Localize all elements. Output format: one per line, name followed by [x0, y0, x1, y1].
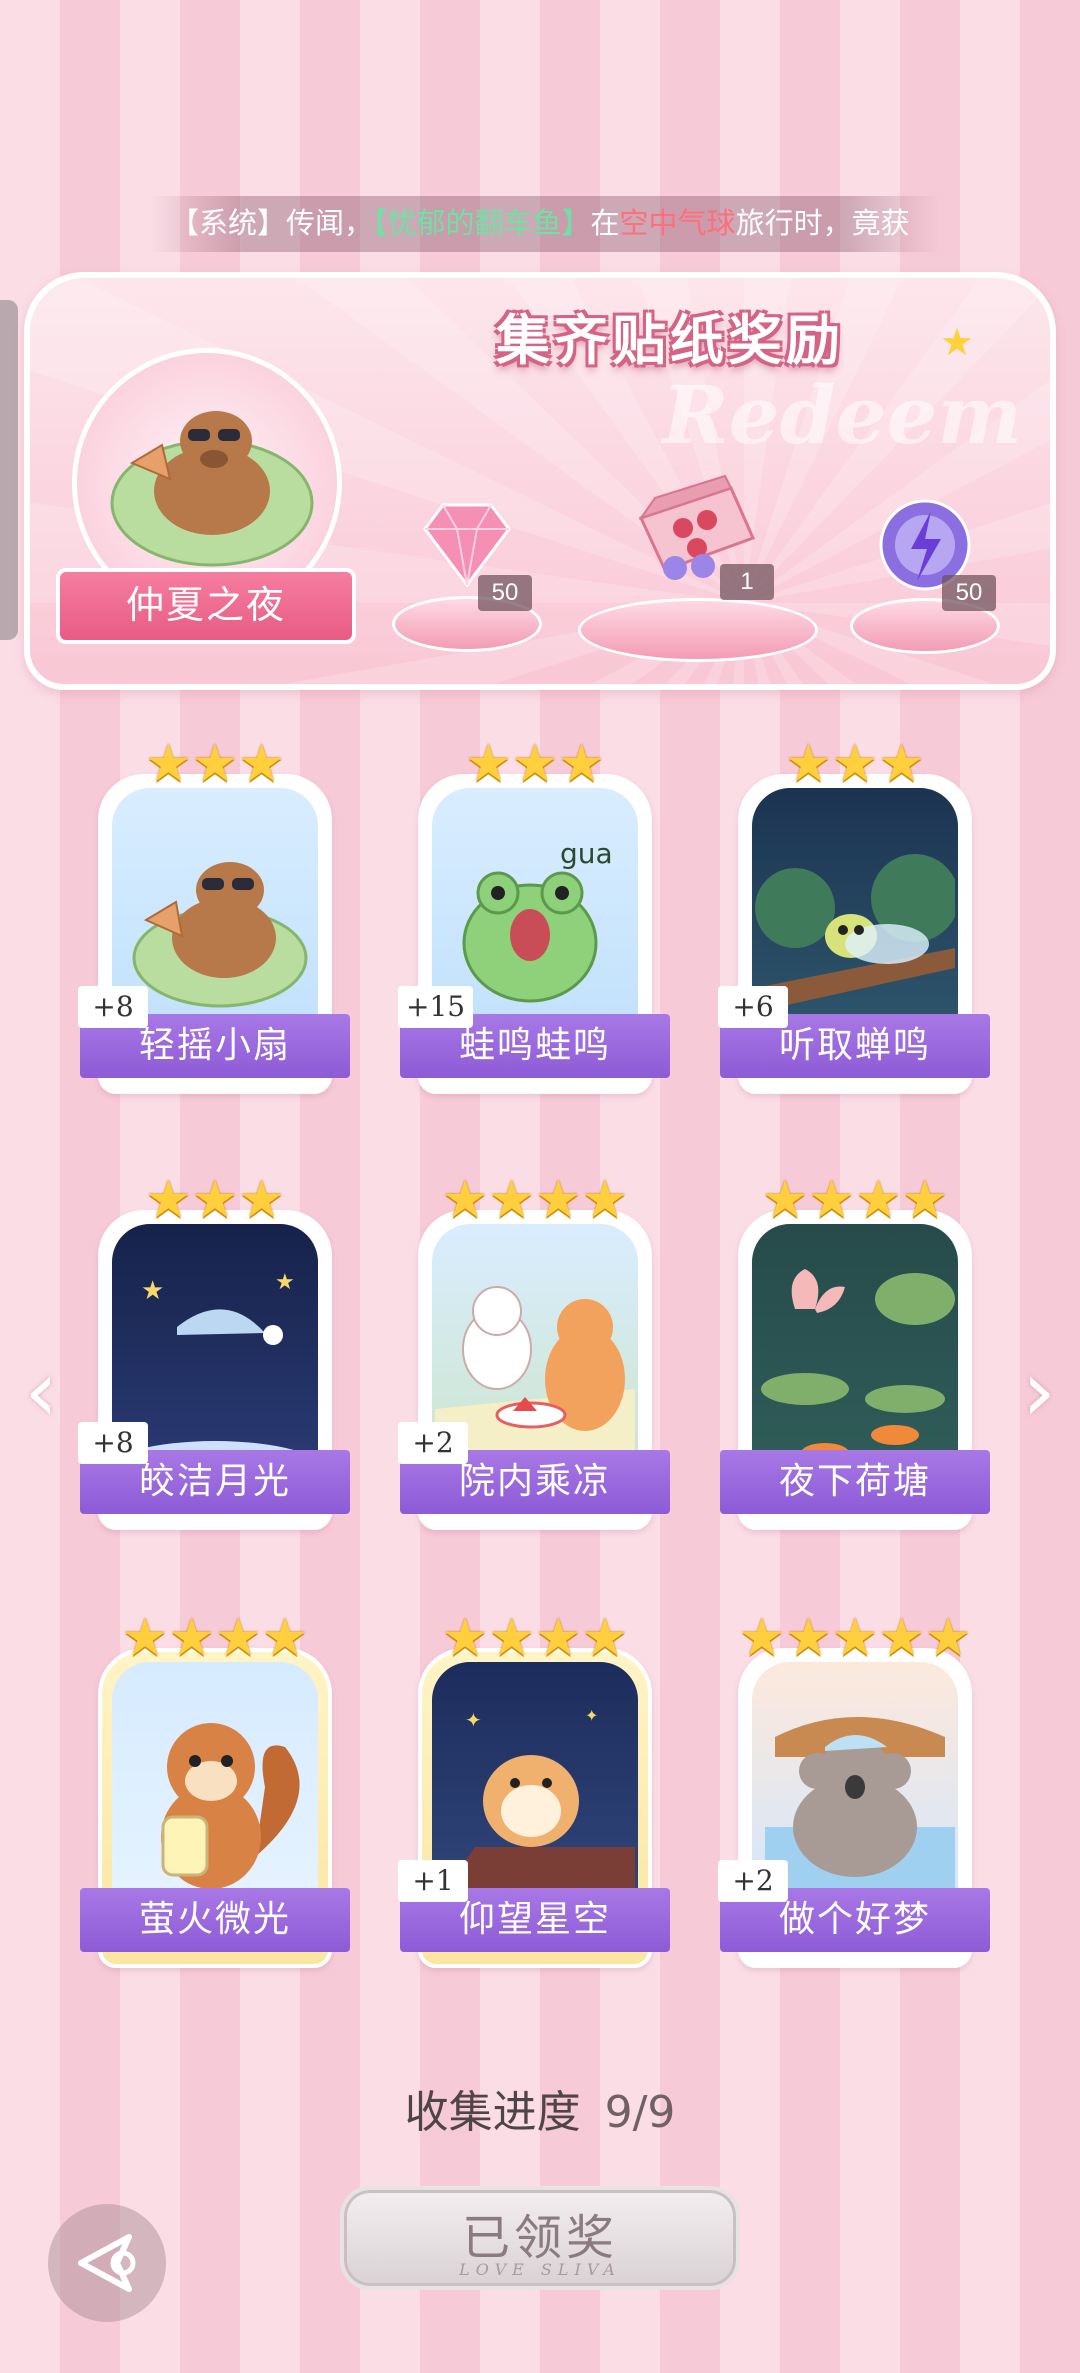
card-bonus-badge: +2 [718, 1860, 788, 1902]
capybara-avatar-icon [110, 411, 314, 567]
ticker-player-name: 【忧郁的翻车鱼】 [373, 208, 591, 240]
card-label: 夜下荷塘 [720, 1450, 990, 1514]
card-star-rating: ★★★ [465, 734, 605, 794]
banner-title: 集齐贴纸奖励 [496, 309, 844, 372]
card-bonus-badge: +8 [78, 1422, 148, 1464]
card-star-rating: ★★★★ [441, 1170, 629, 1230]
claimed-button-label: 已领奖 [461, 2210, 618, 2266]
progress-value: 9/9 [604, 2087, 676, 2138]
reward-count-badge: 50 [942, 575, 996, 611]
capybara-fan-icon [132, 862, 308, 1008]
system-broadcast-ticker: 【系统】传闻，【忧郁的翻车鱼】在空中气球旅行时，竟获 [150, 196, 940, 252]
collection-progress: 收集进度 9/9 [0, 2080, 1080, 2146]
ticker-place: 空中气球 [619, 208, 736, 240]
sticker-card[interactable]: ★★★★★ 做个好梦 +2 [718, 1608, 990, 1980]
card-star-rating: ★★★★ [441, 1608, 629, 1668]
card-star-rating: ★★★★★ [738, 1608, 972, 1668]
reward-count-badge: 1 [720, 564, 774, 600]
sticker-card[interactable]: ★★★★ 萤火微光 [80, 1610, 350, 1980]
ticker-suffix: 旅行时，竟获 [735, 208, 910, 240]
sticker-card[interactable]: ★★★★ 夜下荷塘 [720, 1172, 990, 1542]
card-star-rating: ★★★ [145, 734, 285, 794]
reward-count-badge: 50 [478, 575, 532, 611]
back-arrow-icon [78, 2234, 136, 2292]
squirrel-firefly-icon [161, 1723, 300, 1889]
card-bonus-badge: +6 [718, 986, 788, 1028]
svg-text:★: ★ [275, 1270, 295, 1295]
sticker-card[interactable]: ★ ★ ★★★ 皎洁月光 +8 [78, 1170, 350, 1542]
side-drawer-handle[interactable] [0, 300, 18, 640]
sticker-card[interactable]: ★★★★ 院内乘凉 +2 [398, 1170, 670, 1542]
frog-sound-text: gua [560, 837, 613, 870]
lotus-pond-icon [761, 1269, 955, 1463]
card-bonus-badge: +15 [398, 986, 474, 1028]
previous-page-arrow-icon[interactable]: ‹ [16, 1346, 66, 1436]
card-bonus-badge: +2 [398, 1422, 468, 1464]
svg-text:★: ★ [141, 1276, 164, 1306]
card-star-rating: ★★★ [145, 1170, 285, 1230]
claimed-reward-button[interactable]: 已领奖 LOVE SLIVA [340, 2186, 740, 2290]
svg-text:✦: ✦ [465, 1708, 482, 1732]
card-star-rating: ★★★ [785, 734, 925, 794]
card-star-rating: ★★★★ [121, 1608, 309, 1668]
ticker-mid: 在 [590, 208, 620, 240]
sticker-card[interactable]: ★★★ 轻摇小扇 +8 [78, 734, 350, 1106]
progress-label: 收集进度 [404, 2087, 581, 2138]
card-star-rating: ★★★★ [761, 1170, 949, 1230]
sticker-card[interactable]: ✦ ✦ ★★★★ 仰望星空 +1 [398, 1608, 670, 1980]
card-bonus-badge: +1 [398, 1860, 468, 1902]
card-bonus-badge: +8 [78, 986, 148, 1028]
next-page-arrow-icon[interactable]: › [1014, 1346, 1064, 1436]
card-label: 萤火微光 [80, 1888, 350, 1952]
collection-reward-banner: Redeem ★ ★ 集齐贴纸奖励 仲夏之夜 50 1 50 [24, 272, 1056, 690]
back-button[interactable] [48, 2204, 166, 2322]
reward-pedestal [578, 598, 818, 662]
sticker-card[interactable]: ★★★ 听取蝉鸣 +6 [718, 734, 990, 1106]
ticker-prefix: 【系统】传闻， [170, 208, 374, 240]
avatar-name-plate: 仲夏之夜 [56, 568, 356, 644]
svg-text:✦: ✦ [585, 1706, 598, 1725]
claimed-button-subtext: LOVE SLIVA [459, 2260, 621, 2279]
sticker-card[interactable]: gua ★★★ 蛙鸣蛙鸣 +15 [398, 734, 670, 1106]
